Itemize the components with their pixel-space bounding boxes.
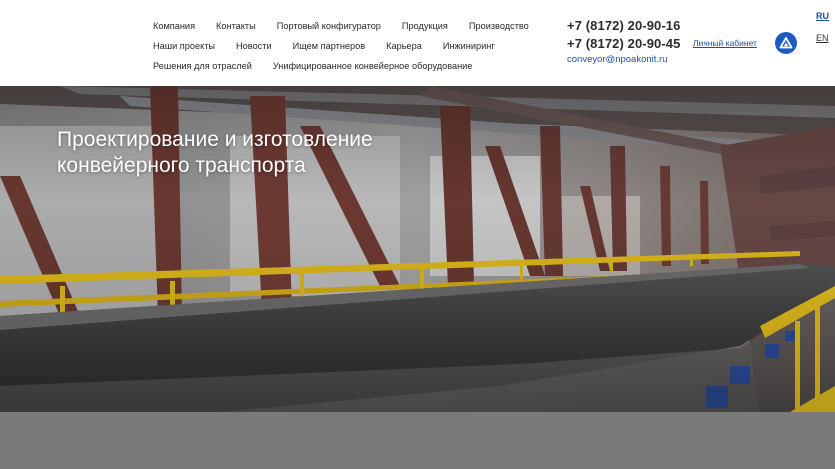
hero-banner: Проектирование и изготовление конвейерно… <box>0 86 835 412</box>
main-nav: Компания Контакты Портовый конфигуратор … <box>153 17 553 77</box>
nav-link-unified-equipment[interactable]: Унифицированное конвейерное оборудование <box>273 61 473 71</box>
personal-account-link[interactable]: Личный кабинет <box>693 38 757 48</box>
lang-en-link[interactable]: EN <box>816 33 829 43</box>
hero-title-line-1: Проектирование и изготовление <box>57 128 373 151</box>
phone-number-2[interactable]: +7 (8172) 20-90-45 <box>567 35 680 53</box>
contact-block: +7 (8172) 20-90-16 +7 (8172) 20-90-45 co… <box>567 17 680 67</box>
nav-link-partners[interactable]: Ищем партнеров <box>293 41 366 51</box>
lang-ru-link[interactable]: RU <box>816 11 829 21</box>
triangle-logo-glyph <box>779 37 793 49</box>
hero-title: Проектирование и изготовление конвейерно… <box>57 127 477 179</box>
site-header: Компания Контакты Портовый конфигуратор … <box>0 0 835 86</box>
triangle-logo-icon[interactable] <box>775 32 797 54</box>
nav-link-port-configurator[interactable]: Портовый конфигуратор <box>277 21 381 31</box>
nav-link-news[interactable]: Новости <box>236 41 272 51</box>
phone-number-1[interactable]: +7 (8172) 20-90-16 <box>567 17 680 35</box>
content-overlay-area <box>0 412 835 469</box>
nav-link-products[interactable]: Продукция <box>402 21 448 31</box>
nav-row-3: Решения для отраслей Унифицированное кон… <box>153 57 553 75</box>
nav-link-projects[interactable]: Наши проекты <box>153 41 215 51</box>
nav-link-industry-solutions[interactable]: Решения для отраслей <box>153 61 252 71</box>
nav-row-1: Компания Контакты Портовый конфигуратор … <box>153 17 553 35</box>
nav-row-2: Наши проекты Новости Ищем партнеров Карь… <box>153 37 553 55</box>
nav-link-contacts[interactable]: Контакты <box>216 21 256 31</box>
nav-link-career[interactable]: Карьера <box>386 41 422 51</box>
nav-link-production[interactable]: Производство <box>469 21 529 31</box>
hero-title-line-2: конвейерного транспорта <box>57 154 306 177</box>
nav-link-company[interactable]: Компания <box>153 21 195 31</box>
email-link[interactable]: conveyor@npoakonit.ru <box>567 53 680 67</box>
nav-link-engineering[interactable]: Инжиниринг <box>443 41 495 51</box>
